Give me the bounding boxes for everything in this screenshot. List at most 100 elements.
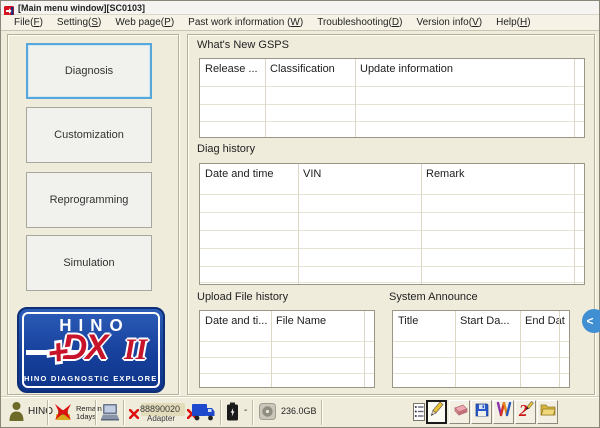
- user-icon: [8, 401, 25, 427]
- whats-new-title: What's New GSPS: [197, 39, 289, 51]
- column-header[interactable]: Start Da...: [455, 311, 519, 327]
- upload-file-history-title: Upload File history: [197, 291, 288, 303]
- window-title: [Main menu window][SC0103]: [18, 3, 145, 13]
- grid-line: [393, 373, 569, 374]
- user-name-label: HINO: [28, 406, 53, 417]
- note-2-icon: 2: [518, 401, 534, 423]
- grid-line: [393, 357, 569, 358]
- grid-line: [520, 311, 521, 387]
- menu-past-work-information[interactable]: Past work information (W): [181, 16, 310, 30]
- grid-line: [298, 164, 299, 284]
- grid-line: [200, 357, 374, 358]
- eraser-tool-button[interactable]: [449, 400, 470, 424]
- menu-file[interactable]: File(F): [7, 16, 50, 30]
- grid-line: [200, 248, 584, 249]
- status-bar: HINO Remain 1days 88890020 Adapter: [1, 396, 599, 427]
- statusbar-divider: [220, 400, 221, 425]
- column-header[interactable]: VIN: [298, 164, 420, 180]
- main-menu-window: { "window": { "title": "[Main menu windo…: [0, 0, 600, 428]
- column-header[interactable]: Remark: [421, 164, 573, 180]
- diagnosis-button[interactable]: Diagnosis: [26, 43, 152, 99]
- grid-line: [200, 282, 584, 283]
- grid-line: [574, 164, 575, 284]
- statusbar-divider: [321, 400, 322, 425]
- remain-label-line2: 1days: [76, 413, 96, 421]
- folder-tool-button[interactable]: [537, 400, 558, 424]
- upload-file-history-table[interactable]: Date and ti... File Name: [199, 310, 375, 388]
- system-announce-title: System Announce: [389, 291, 478, 303]
- grid-line: [364, 311, 365, 387]
- column-header[interactable]: Date and time: [200, 164, 297, 180]
- column-header[interactable]: Title: [393, 311, 454, 327]
- grid-line: [265, 59, 266, 137]
- logo-tagline-text: HINO DIAGNOSTIC EXPLORER: [24, 374, 158, 383]
- sidebar-panel: Diagnosis Customization Reprogramming Si…: [7, 34, 179, 395]
- grid-line: [393, 341, 569, 342]
- grid-line: [200, 212, 584, 213]
- grid-line: [200, 86, 584, 87]
- grid-line: [455, 311, 456, 387]
- main-panel: What's New GSPS Release ... Classificati…: [187, 34, 595, 395]
- grid-line: [559, 311, 560, 387]
- statusbar-divider: [123, 400, 124, 425]
- eraser-icon: [452, 403, 468, 421]
- app-icon: [4, 3, 14, 13]
- menu-web-page[interactable]: Web page(P): [108, 16, 181, 30]
- column-header[interactable]: Update information: [355, 59, 573, 75]
- adapter-label: Adapter: [147, 415, 175, 423]
- color-pens-icon: [496, 402, 512, 422]
- menu-help[interactable]: Help(H): [489, 16, 537, 30]
- memo-list-icon: [413, 403, 425, 426]
- menu-setting[interactable]: Setting(S): [50, 16, 108, 30]
- grid-line: [200, 104, 584, 105]
- statusbar-divider: [95, 400, 96, 425]
- title-bar: [Main menu window][SC0103]: [1, 1, 599, 15]
- floppy-disk-icon: [475, 403, 489, 422]
- battery-status-label: -: [244, 405, 247, 416]
- column-header[interactable]: Classification: [265, 59, 354, 75]
- notes-tool-button[interactable]: 2: [515, 400, 536, 424]
- hino-dx-logo: HINO DX II HINO DIAGNOSTIC EXPLORER: [17, 307, 165, 393]
- color-pens-tool-button[interactable]: [493, 400, 514, 424]
- grid-line: [271, 311, 272, 387]
- column-header[interactable]: Release ...: [200, 59, 264, 75]
- folder-icon: [540, 403, 556, 421]
- whats-new-table[interactable]: Release ... Classification Update inform…: [199, 58, 585, 138]
- menu-version-info[interactable]: Version info(V): [409, 16, 489, 30]
- battery-icon: [226, 402, 239, 427]
- statusbar-divider: [47, 400, 48, 425]
- adapter-error-icon-left: [129, 406, 139, 424]
- logo-numeral-text: II: [124, 333, 147, 367]
- menu-bar: File(F) Setting(S) Web page(P) Past work…: [1, 15, 599, 31]
- disk-icon: [259, 403, 276, 425]
- panel-collapse-button[interactable]: <: [582, 309, 600, 333]
- pencil-icon: [429, 401, 444, 423]
- grid-line: [200, 266, 584, 267]
- logo-cross-icon: [46, 338, 74, 371]
- diag-history-table[interactable]: Date and time VIN Remark: [199, 163, 585, 285]
- statusbar-divider: [252, 400, 253, 425]
- vehicle-truck-icon: [191, 402, 216, 427]
- reprogramming-button[interactable]: Reprogramming: [26, 172, 152, 228]
- column-header[interactable]: File Name: [271, 311, 364, 327]
- disk-space-label: 236.0GB: [281, 406, 317, 416]
- license-remain-icon: [52, 401, 74, 428]
- grid-line: [200, 373, 374, 374]
- grid-line: [574, 59, 575, 137]
- pen-tool-button[interactable]: [426, 400, 447, 424]
- grid-line: [200, 194, 584, 195]
- column-header[interactable]: Date and ti...: [200, 311, 270, 327]
- adapter-id-label: 88890020: [140, 404, 180, 414]
- grid-line: [200, 121, 584, 122]
- save-tool-button[interactable]: [471, 400, 492, 424]
- simulation-button[interactable]: Simulation: [26, 235, 152, 291]
- grid-line: [355, 59, 356, 137]
- grid-line: [421, 164, 422, 284]
- computer-icon: [100, 403, 120, 426]
- grid-line: [200, 230, 584, 231]
- customization-button[interactable]: Customization: [26, 107, 152, 163]
- system-announce-table[interactable]: Title Start Da... End Dat...: [392, 310, 570, 388]
- chevron-left-icon: <: [586, 314, 593, 328]
- grid-line: [200, 341, 374, 342]
- menu-troubleshooting[interactable]: Troubleshooting(D): [310, 16, 409, 30]
